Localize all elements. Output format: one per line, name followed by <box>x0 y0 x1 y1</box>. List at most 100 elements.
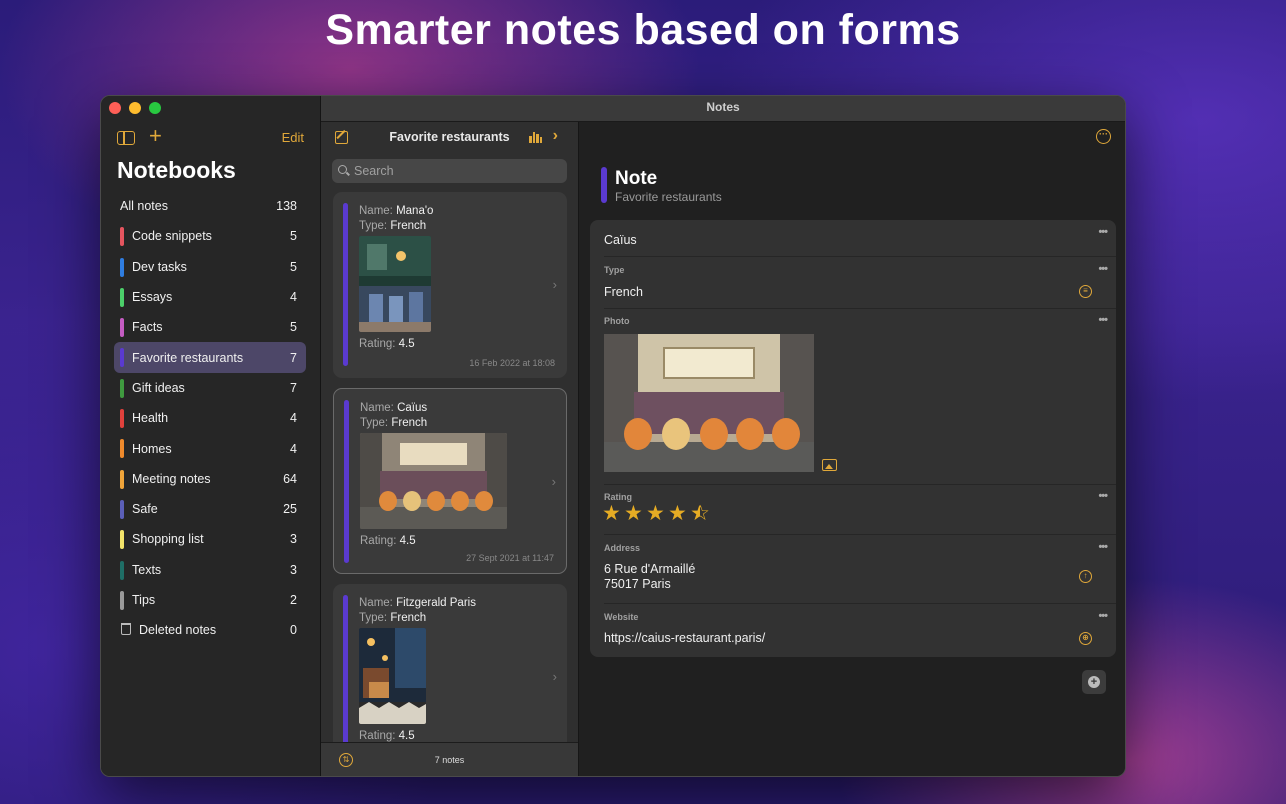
globe-icon[interactable]: ⊕ <box>1079 632 1092 645</box>
notebook-count: 0 <box>290 623 297 638</box>
star-icon[interactable]: ★ <box>602 503 622 524</box>
field-more-icon[interactable]: ••• <box>1098 226 1108 238</box>
restaurant-photo[interactable] <box>604 334 814 472</box>
card-type: Type: French <box>360 417 428 429</box>
notebook-count: 4 <box>290 290 297 305</box>
notebook-count: 64 <box>283 471 297 486</box>
address-line-2[interactable]: 75017 Paris <box>604 577 671 591</box>
notebook-color-bar <box>120 287 124 307</box>
notebook-item[interactable]: Safe 25 <box>114 494 306 524</box>
chevron-right-icon[interactable]: › <box>553 127 558 145</box>
notebook-label: Facts <box>132 320 163 335</box>
notebook-item[interactable]: Shopping list 3 <box>114 524 306 554</box>
website-field[interactable]: https://caius-restaurant.paris/ <box>604 631 765 645</box>
notebook-label: Safe <box>132 502 158 517</box>
card-rating: Rating: 4.5 <box>359 730 415 742</box>
name-field[interactable]: Caïus <box>604 233 637 247</box>
star-icon[interactable]: ★ <box>668 503 688 524</box>
field-more-icon[interactable]: ••• <box>1098 314 1108 326</box>
card-name: Name: Caïus <box>360 402 428 414</box>
close-button[interactable] <box>109 102 121 114</box>
notebook-color-bar <box>120 499 124 519</box>
field-more-icon[interactable]: ••• <box>1098 541 1108 553</box>
notebook-deleted-notes[interactable]: Deleted notes 0 <box>114 615 306 645</box>
sidebar-toggle-icon[interactable] <box>117 131 135 145</box>
card-name: Name: Fitzgerald Paris <box>359 597 476 609</box>
card-photo <box>359 236 431 332</box>
notebook-count: 3 <box>290 532 297 547</box>
notebook-label: Deleted notes <box>139 623 217 638</box>
type-field[interactable]: French <box>604 285 643 299</box>
search-input[interactable]: Search <box>332 159 567 183</box>
chevron-right-icon: › <box>551 474 556 489</box>
address-label: Address <box>604 543 641 553</box>
notebook-label: Homes <box>132 441 172 456</box>
zoom-button[interactable] <box>149 102 161 114</box>
plus-icon[interactable]: + <box>149 125 162 147</box>
window-title: Notes <box>321 96 1125 122</box>
star-icon[interactable]: ★☆ <box>690 504 710 524</box>
address-line-1[interactable]: 6 Rue d'Armaillé <box>604 562 695 576</box>
notebook-label: Shopping list <box>132 532 204 547</box>
notebook-item[interactable]: Homes 4 <box>114 433 306 463</box>
notebook-item[interactable]: Code snippets 5 <box>114 221 306 251</box>
trash-icon <box>121 623 131 636</box>
note-list-pane: Favorite restaurants › Search Name: Mana… <box>321 122 579 776</box>
notebook-label: Texts <box>132 562 162 577</box>
note-detail-pane: ··· Note Favorite restaurants ••• Caïus … <box>579 122 1125 776</box>
list-icon[interactable]: ≡ <box>1079 285 1092 298</box>
notebook-item[interactable]: Meeting notes 64 <box>114 464 306 494</box>
notebook-color-bar <box>120 590 124 610</box>
notebook-color-bar <box>343 595 348 758</box>
add-field-button[interactable]: + <box>1082 670 1106 694</box>
edit-button[interactable]: Edit <box>282 130 304 145</box>
notebook-count: 5 <box>290 259 297 274</box>
star-icon[interactable]: ★ <box>646 503 666 524</box>
note-list-toolbar: Favorite restaurants › <box>321 122 578 152</box>
field-more-icon[interactable]: ••• <box>1098 263 1108 275</box>
card-date: 16 Feb 2022 at 18:08 <box>469 358 555 368</box>
notebook-item[interactable]: Essays 4 <box>114 282 306 312</box>
note-card[interactable]: Name: Mana'o Type: French Rating: 4.5 › … <box>333 192 567 378</box>
notebook-color-bar <box>120 560 124 580</box>
more-icon[interactable]: ··· <box>1096 129 1111 144</box>
card-name: Name: Mana'o <box>359 205 434 217</box>
note-card-selected[interactable]: Name: Caïus Type: French Rating: 4.5 › 2… <box>333 388 567 574</box>
notebook-all-notes[interactable]: All notes 138 <box>114 191 306 221</box>
notebook-color-bar <box>120 530 124 550</box>
photo-label: Photo <box>604 316 630 326</box>
notebook-label: Dev tasks <box>132 259 187 274</box>
notebook-item[interactable]: Favorite restaurants 7 <box>114 342 306 373</box>
notebook-color-bar <box>344 400 349 563</box>
notebook-item[interactable]: Facts 5 <box>114 312 306 342</box>
rating-label: Rating <box>604 492 632 502</box>
notebook-item[interactable]: Texts 3 <box>114 555 306 585</box>
location-icon[interactable]: ↑ <box>1079 570 1092 583</box>
notebook-label: Tips <box>132 593 156 607</box>
notebook-item[interactable]: Gift ideas 7 <box>114 373 306 403</box>
notebook-count: 7 <box>290 350 297 365</box>
notebook-count: 4 <box>290 411 297 426</box>
minimize-button[interactable] <box>129 102 141 114</box>
notebook-item[interactable]: Dev tasks 5 <box>114 252 306 282</box>
website-label: Website <box>604 612 639 622</box>
field-more-icon[interactable]: ••• <box>1098 490 1108 502</box>
chevron-right-icon: › <box>552 277 557 292</box>
notebook-label: All notes <box>120 199 168 214</box>
notebooks-sidebar: + Edit Notebooks All notes 138 Code snip… <box>101 96 321 776</box>
notebook-count: 3 <box>290 562 297 577</box>
chart-icon[interactable] <box>529 131 543 143</box>
rating-stars[interactable]: ★★★★★☆ <box>602 503 710 524</box>
notebook-list: All notes 138 Code snippets 5 Dev tasks 5 Es… <box>114 191 306 645</box>
card-photo <box>360 433 507 529</box>
photo-icon[interactable] <box>822 459 837 471</box>
notebook-item[interactable]: Tips 2 <box>114 585 306 615</box>
notebook-label: Meeting notes <box>132 471 211 486</box>
notebook-item[interactable]: Health 4 <box>114 403 306 433</box>
notebook-color-bar <box>120 409 124 429</box>
divider <box>604 534 1116 535</box>
window-controls <box>109 102 161 114</box>
field-more-icon[interactable]: ••• <box>1098 610 1108 622</box>
note-form: ••• Caïus Type ••• French ≡ Photo ••• Ra… <box>590 220 1116 657</box>
star-icon[interactable]: ★ <box>624 503 644 524</box>
